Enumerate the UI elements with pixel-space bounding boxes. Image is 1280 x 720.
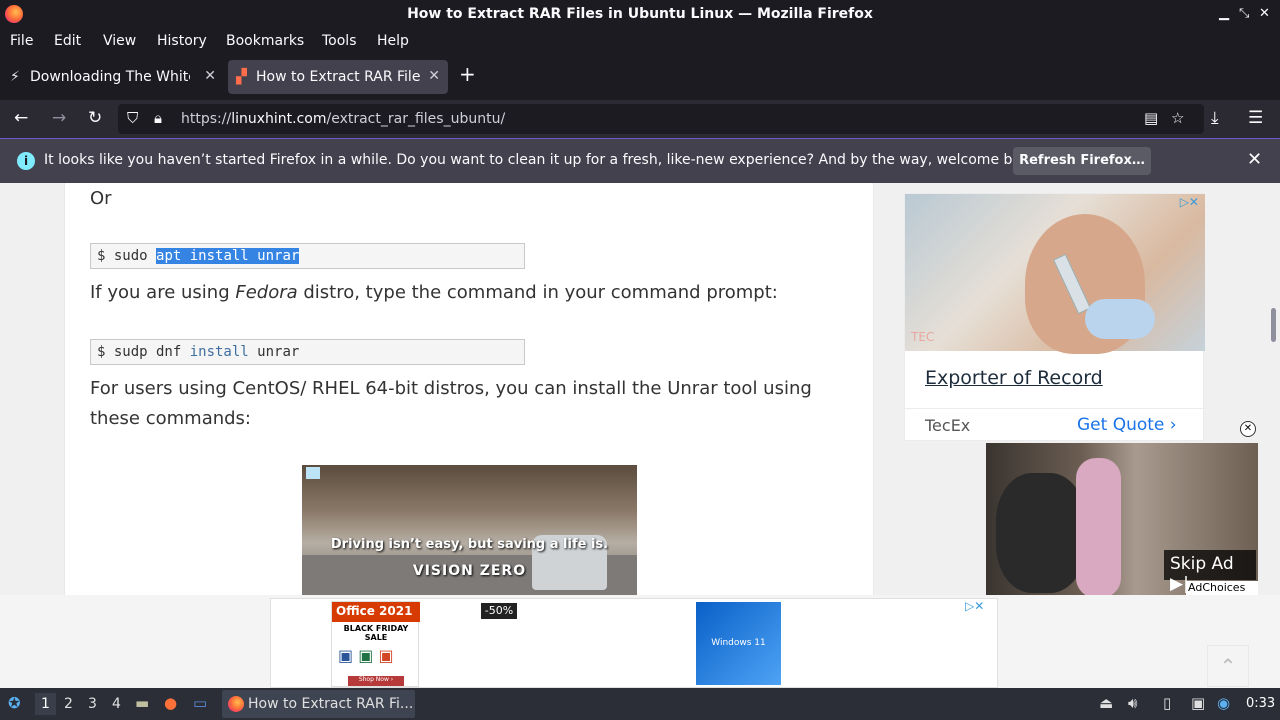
workspace-2[interactable]: 2 [64, 696, 73, 712]
new-tab-icon[interactable]: + [459, 62, 476, 86]
close-window-icon[interactable]: ✕ [1259, 6, 1270, 21]
menu-file[interactable]: File [10, 33, 33, 49]
taskbar-task-firefox[interactable]: How to Extract RAR Fi... [222, 690, 415, 718]
floating-video-ad[interactable]: Skip Ad ▶| AdChoices [986, 443, 1258, 596]
shield-icon[interactable]: ⛉ [127, 109, 138, 127]
ad-divider [905, 408, 1205, 409]
video-caption: Driving isn’t easy, but saving a life is… [330, 537, 609, 552]
menu-bookmarks[interactable]: Bookmarks [226, 33, 304, 49]
ad-heading[interactable]: Exporter of Record [925, 367, 1103, 389]
windows-11-ad[interactable]: Windows 11 [696, 602, 781, 685]
firefox-launcher-icon[interactable]: ● [164, 694, 177, 712]
menu-bar: File Edit View History Bookmarks Tools H… [0, 30, 1280, 54]
video-person [1076, 458, 1121, 596]
forward-icon[interactable]: → [52, 108, 66, 128]
bottom-banner-ad[interactable]: Office 2021 BLACK FRIDAY SALE ▣ ▣ ▣ Shop… [270, 598, 998, 688]
task-label: How to Extract RAR Fi... [248, 696, 414, 712]
restore-icon[interactable]: ⤡ [1239, 6, 1249, 21]
tab-extract-rar[interactable]: ▞ How to Extract RAR Files i ✕ [228, 60, 448, 94]
menu-edit[interactable]: Edit [54, 33, 81, 49]
workspace-4[interactable]: 4 [112, 696, 121, 712]
window-titlebar: How to Extract RAR Files in Ubuntu Linux… [0, 0, 1280, 30]
taskbar: ✪ 1 2 3 4 ▬ ● ▭ How to Extract RAR Fi...… [0, 688, 1280, 720]
refresh-firefox-button[interactable]: Refresh Firefox… [1013, 147, 1151, 175]
tab-label: How to Extract RAR Files i [256, 69, 420, 85]
sidebar-ad[interactable]: TEC ▷✕ Exporter of Record TecEx Get Quot… [904, 193, 1205, 441]
paragraph-fedora: If you are using Fedora distro, type the… [90, 282, 778, 303]
downloads-icon[interactable]: ⤓ [1211, 108, 1219, 128]
clipboard-icon[interactable]: ▯ [1163, 694, 1171, 712]
lock-icon[interactable]: 🔒︎ [154, 109, 162, 127]
notification-bar: i It looks like you haven’t started Fire… [0, 138, 1280, 183]
office-subtitle: BLACK FRIDAY SALE [343, 624, 409, 642]
adchoices-label[interactable]: AdChoices [1186, 581, 1258, 596]
get-quote-button[interactable]: Get Quote › [1077, 415, 1177, 435]
window-title: How to Extract RAR Files in Ubuntu Linux… [407, 6, 873, 22]
ad-glove [1085, 299, 1155, 339]
url-bar[interactable]: ⛉ 🔒︎ https://linuxhint.com/extract_rar_f… [118, 104, 1204, 134]
menu-help[interactable]: Help [377, 33, 409, 49]
scroll-to-top-icon[interactable]: ⌃ [1207, 645, 1249, 687]
minimize-icon[interactable]: ▁ [1219, 6, 1229, 21]
workspace-3[interactable]: 3 [88, 696, 97, 712]
update-notifier-icon[interactable]: ◉ [1217, 694, 1230, 712]
ad-choices-close-icon[interactable]: ▷✕ [1180, 195, 1199, 209]
selected-text: apt install unrar [156, 248, 300, 264]
ad-image: TEC [905, 194, 1205, 354]
close-notification-icon[interactable]: ✕ [1247, 149, 1262, 170]
skip-ad-button[interactable]: Skip Ad ▶| [1164, 550, 1256, 594]
code-block-apt: $ sudo apt install unrar [90, 243, 525, 269]
reload-icon[interactable]: ↻ [88, 108, 102, 128]
site-favicon-icon: ▞ [236, 69, 247, 85]
tab-bar: ⚡ Downloading The White H ✕ ▞ How to Ext… [0, 54, 1280, 100]
workspace-1[interactable]: 1 [35, 693, 56, 715]
office-ad[interactable]: Office 2021 BLACK FRIDAY SALE ▣ ▣ ▣ Shop… [331, 601, 420, 687]
lightning-icon: ⚡ [10, 69, 20, 85]
nav-bar: ← → ↻ ⛉ 🔒︎ https://linuxhint.com/extract… [0, 100, 1280, 138]
paragraph-or: Or [90, 188, 112, 209]
close-video-ad-icon[interactable]: ✕ [1240, 421, 1256, 437]
menu-tools[interactable]: Tools [322, 33, 357, 49]
hamburger-menu-icon[interactable]: ☰ [1248, 108, 1263, 128]
office-title: Office 2021 [332, 602, 420, 622]
notification-message: It looks like you haven’t started Firefo… [44, 152, 1043, 168]
shop-now-button[interactable]: Shop Now › [348, 676, 404, 686]
video-ad[interactable]: Driving isn’t easy, but saving a life is… [302, 465, 637, 595]
tab-close-icon[interactable]: ✕ [204, 68, 216, 84]
tab-label: Downloading The White H [30, 69, 190, 85]
eject-icon[interactable]: ⏏ [1099, 694, 1113, 712]
start-menu-icon[interactable]: ✪ [8, 694, 21, 712]
tab-close-icon[interactable]: ✕ [428, 68, 440, 84]
ad-choices-close-icon[interactable]: ▷✕ [965, 599, 984, 613]
display-icon[interactable]: ▣ [1191, 694, 1205, 712]
office-apps-icon: ▣ ▣ ▣ [338, 646, 394, 665]
video-foreground [996, 473, 1086, 593]
tec-logo: TEC [911, 330, 935, 344]
discount-badge: -50% [481, 603, 517, 619]
file-manager-icon[interactable]: ▬ [135, 694, 149, 712]
terminal-icon[interactable]: ▭ [193, 694, 207, 712]
info-icon: i [17, 152, 35, 170]
menu-history[interactable]: History [157, 33, 207, 49]
reader-view-icon[interactable]: ▤ [1144, 109, 1158, 127]
clock: 0:33 [1246, 696, 1276, 711]
code-block-dnf: $ sudp dnf install unrar [90, 339, 525, 365]
volume-icon[interactable]: 🔊︎ [1128, 694, 1137, 712]
ad-info-icon[interactable] [306, 467, 320, 479]
url-text[interactable]: https://linuxhint.com/extract_rar_files_… [181, 111, 505, 127]
tab-downloading[interactable]: ⚡ Downloading The White H ✕ [2, 60, 224, 94]
scrollbar-thumb[interactable] [1271, 308, 1276, 342]
ad-brand: TecEx [925, 416, 971, 435]
menu-view[interactable]: View [103, 33, 136, 49]
firefox-icon [228, 696, 244, 712]
paragraph-centos: For users using CentOS/ RHEL 64-bit dist… [90, 378, 812, 429]
video-brand: VISION ZERO [412, 563, 527, 579]
back-icon[interactable]: ← [14, 108, 28, 128]
bookmark-star-icon[interactable]: ☆ [1171, 109, 1184, 127]
